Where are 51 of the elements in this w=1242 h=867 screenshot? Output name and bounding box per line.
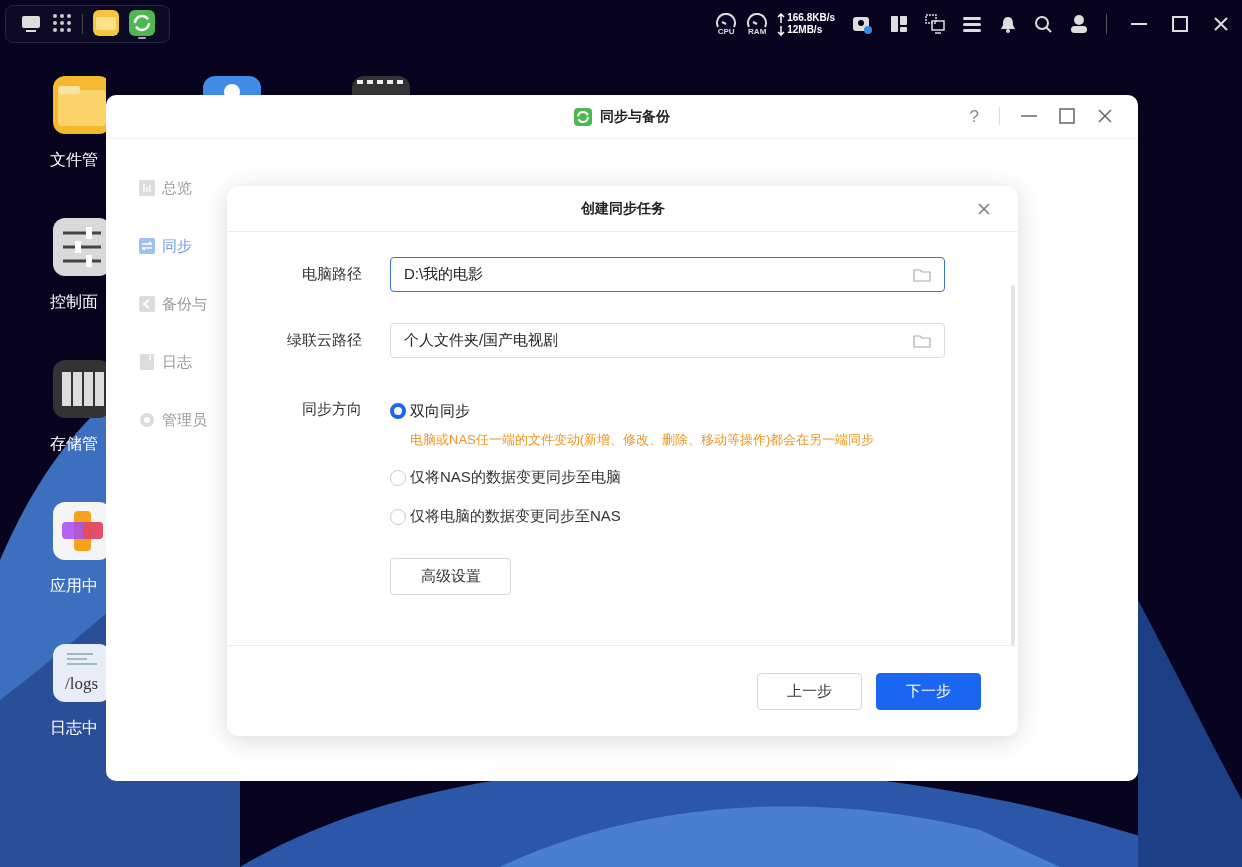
folder-app-icon[interactable]: [53, 76, 106, 134]
search-icon[interactable]: [1034, 15, 1052, 33]
app-label[interactable]: 应用中: [50, 578, 98, 594]
field-label: 同步方向: [301, 399, 362, 419]
field-label: 电脑路径: [301, 264, 362, 284]
running-indicator: [138, 36, 146, 39]
help-button[interactable]: ?: [969, 107, 979, 125]
screens-icon[interactable]: [925, 14, 945, 34]
window-title: 同步与备份: [600, 107, 670, 126]
app-label[interactable]: 文件管: [50, 152, 98, 168]
path-field[interactable]: 个人文件夹/国产电视剧: [390, 323, 945, 358]
back-button[interactable]: 上一步: [757, 672, 862, 710]
arrow-up-icon: [777, 12, 786, 24]
radio-label[interactable]: 仅将NAS的数据变更同步至电脑: [410, 466, 621, 489]
gear-icon: [138, 411, 156, 429]
hint-text: 电脑或NAS任一端的文件变动(新增、修改、删除、移动等操作)都会在另一端同步: [409, 431, 876, 449]
cloud-app-icon[interactable]: [203, 76, 261, 95]
video-app-icon[interactable]: [352, 76, 410, 95]
sync-app-icon: [574, 107, 592, 126]
user-icon[interactable]: [1069, 14, 1089, 34]
server-list-icon[interactable]: [962, 14, 982, 34]
app-label[interactable]: 日志中: [50, 720, 98, 736]
download-speed: 12MB/s: [787, 24, 823, 36]
dialog-title: 创建同步任务: [580, 199, 665, 218]
cpu-label: CPU: [717, 27, 735, 36]
path-field[interactable]: D:\我的电影: [390, 257, 945, 292]
backup-icon: [138, 295, 156, 313]
next-button[interactable]: 下一步: [876, 672, 981, 710]
radio-label[interactable]: 仅将电脑的数据变更同步至NAS: [410, 505, 621, 528]
ram-gauge-icon: [746, 12, 769, 28]
radio-label[interactable]: 双向同步: [410, 399, 470, 423]
sliders-app-icon[interactable]: [53, 218, 106, 276]
close-icon[interactable]: [1212, 15, 1230, 33]
app-label[interactable]: 控制面: [50, 294, 98, 310]
sync-icon: [138, 237, 156, 255]
layout-icon[interactable]: [890, 15, 908, 33]
advanced-settings-button[interactable]: 高级设置: [390, 557, 511, 595]
log-icon: [138, 353, 156, 371]
upload-speed: 166.8KB/s: [787, 12, 835, 24]
field-label: 绿联云路径: [286, 330, 362, 350]
bell-icon[interactable]: [999, 15, 1017, 33]
apps-app-icon[interactable]: [53, 502, 106, 560]
cpu-gauge-icon: [715, 12, 738, 28]
radio-button[interactable]: [390, 403, 406, 419]
ram-label: RAM: [748, 27, 767, 36]
overview-icon: [138, 179, 156, 197]
storage-app-icon[interactable]: [53, 360, 106, 418]
app-label[interactable]: 存储管: [50, 436, 98, 452]
arrow-down-icon: [777, 24, 786, 36]
logs-app-icon[interactable]: /logs: [53, 644, 106, 702]
icon-text: /logs: [65, 675, 99, 692]
